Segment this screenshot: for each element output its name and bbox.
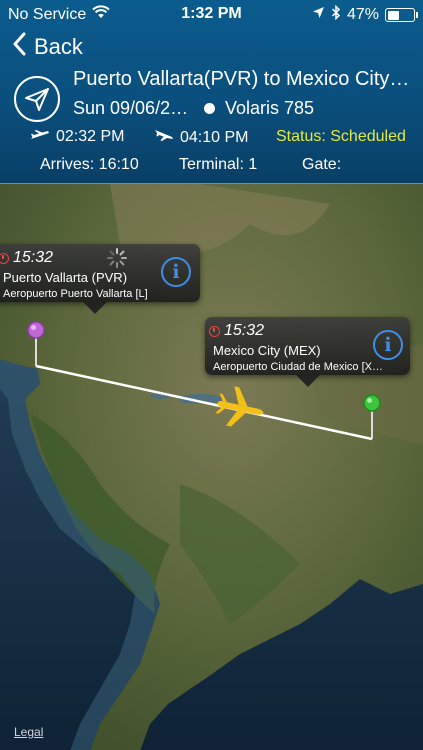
arrival-time: 04:10 PM [154,128,248,147]
battery-fill [387,10,400,20]
destination-pin[interactable] [362,393,382,413]
flight-status: Status: Scheduled [276,128,406,145]
departure-time: 02:32 PM [30,128,124,146]
origin-time: 15:32 [0,249,53,267]
clock-icon [209,325,220,337]
flight-date: Sun 09/06/2… [73,98,189,118]
flight-number: Volaris 785 [204,98,314,119]
arrival-time-label: 04:10 PM [180,128,249,146]
origin-info-button[interactable]: i [161,257,191,287]
departure-time-label: 02:32 PM [56,128,125,145]
back-label: Back [34,34,83,59]
status-bar: No Service 1:32 PM 47% [0,0,423,28]
gate-label: Gate: [302,156,342,173]
destination-airport: Aeropuerto Ciudad de Mexico [X… [213,361,383,373]
flight-header: No Service 1:32 PM 47% Back Puerto Valla… [0,0,423,183]
destination-time-label: 15:32 [224,322,265,339]
origin-pin[interactable] [26,320,46,340]
flight-map[interactable]: 15:32 Puerto Vallarta (PVR) Aeropuerto P… [0,183,423,750]
airplane-icon [215,386,264,427]
destination-name: Mexico City (MEX) [213,343,321,358]
flight-number-label: Volaris 785 [225,98,315,118]
origin-airport: Aeropuerto Puerto Vallarta [L] [3,288,148,300]
destination-info-button[interactable]: i [373,330,403,360]
terminal-label: Terminal: 1 [179,156,258,173]
legal-link[interactable]: Legal [14,725,43,739]
back-button[interactable]: Back [12,32,83,62]
origin-callout[interactable]: 15:32 Puerto Vallarta (PVR) Aeropuerto P… [0,244,200,314]
info-icon: i [384,334,392,356]
loading-spinner-icon [107,248,127,268]
landing-icon [154,128,174,147]
bluetooth-icon [331,4,341,25]
status-bar-right: 47% [312,4,418,25]
destination-callout[interactable]: 15:32 Mexico City (MEX) Aeropuerto Ciuda… [205,317,410,387]
flight-icon [14,76,60,122]
origin-time-label: 15:32 [13,249,54,266]
dot-icon [204,103,215,114]
location-arrow-icon [312,6,325,24]
clock-icon [0,252,9,264]
route-title: Puerto Vallarta(PVR) to Mexico City… [73,68,410,90]
battery-icon [385,8,418,22]
battery-percent: 47% [346,6,379,23]
destination-time: 15:32 [209,322,264,340]
info-icon: i [172,261,180,283]
arrives-label: Arrives: 16:10 [40,156,139,173]
chevron-left-icon [12,32,26,62]
takeoff-icon [30,128,50,146]
origin-name: Puerto Vallarta (PVR) [3,270,128,285]
